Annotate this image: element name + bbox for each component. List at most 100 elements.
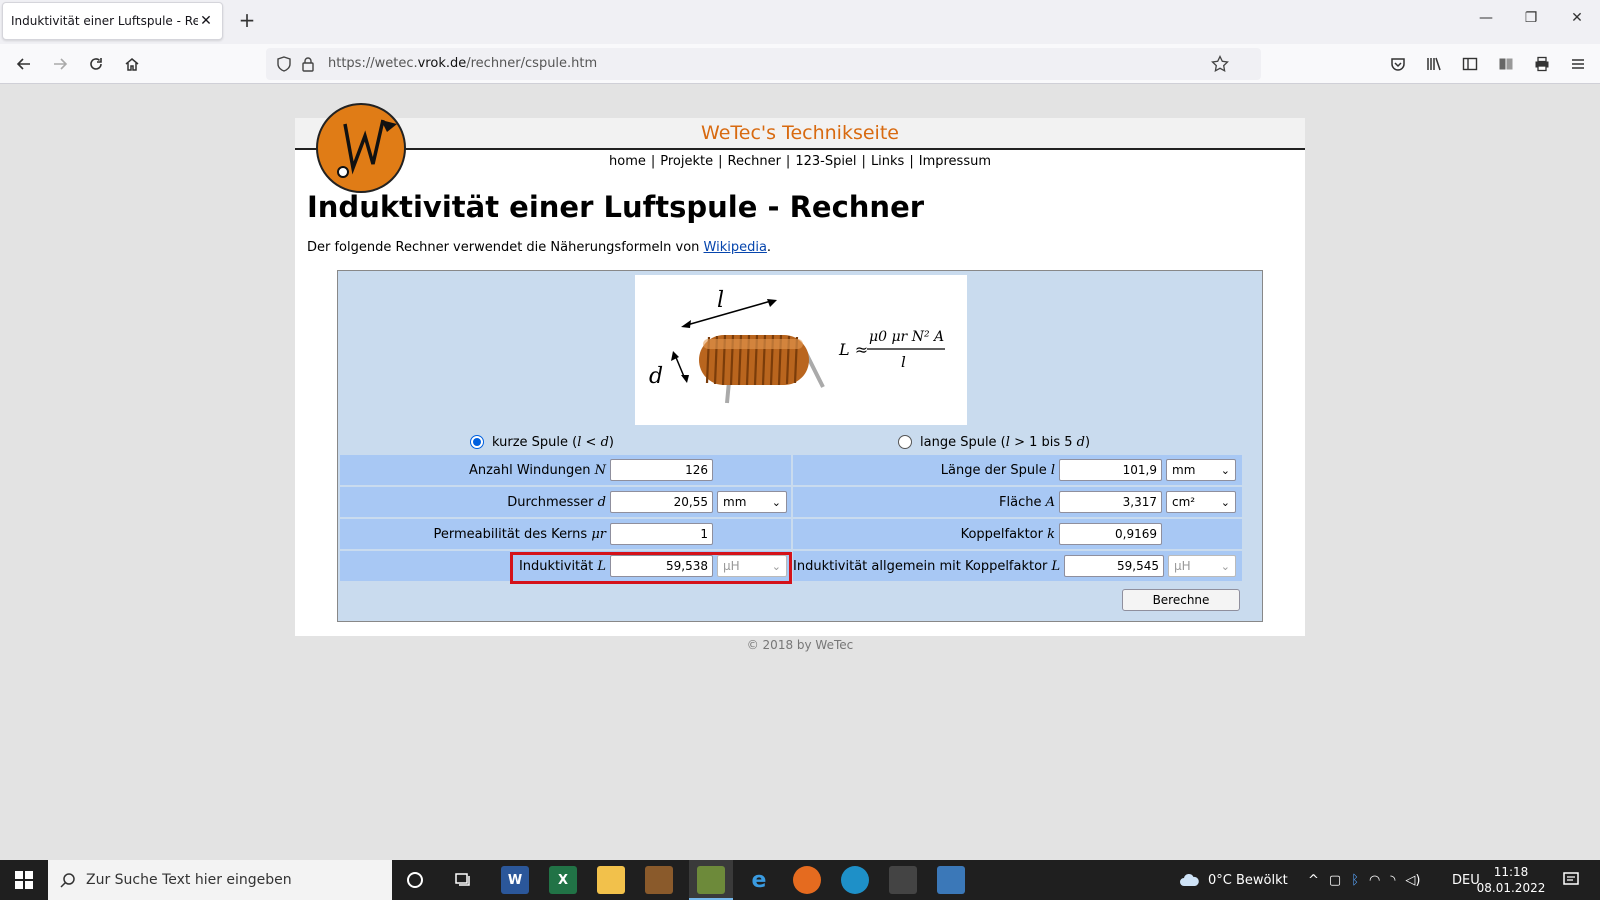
site-header: WeTec's Technikseite bbox=[295, 118, 1305, 150]
nav-impressum[interactable]: Impressum bbox=[919, 154, 991, 169]
edge-icon[interactable] bbox=[841, 866, 869, 894]
wetec-logo[interactable] bbox=[315, 102, 407, 194]
home-icon bbox=[125, 58, 139, 71]
chevron-down-icon: ⌄ bbox=[771, 495, 781, 509]
chevron-down-icon: ⌄ bbox=[1220, 559, 1230, 573]
length-label: Länge der Spule l bbox=[940, 462, 1055, 478]
url-text[interactable]: https://wetec.vrok.de/rechner/cspule.htm bbox=[328, 56, 597, 71]
page-title: Induktivität einer Luftspule - Rechner bbox=[307, 190, 925, 224]
radio-short-coil[interactable]: kurze Spule (l < d) bbox=[470, 431, 614, 453]
windows-taskbar: Zur Suche Text hier eingeben W X e 0°C B… bbox=[0, 860, 1600, 900]
window-app-icon[interactable] bbox=[937, 866, 965, 894]
active-app-icon[interactable] bbox=[697, 866, 725, 894]
cortana-icon[interactable] bbox=[401, 866, 429, 894]
notification-icon[interactable] bbox=[1562, 860, 1580, 900]
back-button[interactable] bbox=[12, 52, 36, 76]
windings-input[interactable]: 126 bbox=[610, 459, 713, 481]
inductance-coupling-unit-select[interactable]: µH ⌄ bbox=[1168, 555, 1236, 577]
coupling-input[interactable]: 0,9169 bbox=[1059, 523, 1162, 545]
start-button[interactable] bbox=[8, 860, 40, 900]
windows-icon bbox=[15, 871, 33, 889]
tray-icons[interactable]: ^ ▢ ᛒ ◠ ◝ ◁) bbox=[1308, 860, 1420, 900]
file-explorer-icon[interactable] bbox=[597, 866, 625, 894]
inductance-coupling-output[interactable]: 59,545 bbox=[1064, 555, 1164, 577]
diameter-label: Durchmesser d bbox=[507, 494, 606, 510]
diameter-unit-select[interactable]: mm ⌄ bbox=[717, 491, 787, 513]
berechne-button[interactable]: Berechne bbox=[1122, 589, 1240, 611]
copyright: © 2018 by WeTec bbox=[746, 638, 854, 652]
task-view-icon[interactable] bbox=[449, 866, 477, 894]
new-tab-button[interactable]: + bbox=[236, 10, 258, 32]
windings-row: Anzahl Windungen N 126 bbox=[340, 455, 791, 485]
lock-icon[interactable] bbox=[298, 54, 318, 74]
internet-explorer-icon[interactable]: e bbox=[745, 866, 773, 894]
formula-denominator: l bbox=[901, 353, 906, 371]
clock-time: 11:18 bbox=[1493, 865, 1529, 879]
firefox-icon[interactable] bbox=[793, 866, 821, 894]
length-unit-select[interactable]: mm ⌄ bbox=[1166, 459, 1236, 481]
weather-text: 0°C Bewölkt bbox=[1208, 872, 1288, 888]
inductance-coupling-row: Induktivität allgemein mit Koppelfaktor … bbox=[793, 551, 1242, 581]
sidebar-icon[interactable] bbox=[1458, 52, 1482, 76]
shield-icon[interactable] bbox=[274, 54, 294, 74]
area-unit-select[interactable]: cm² ⌄ bbox=[1166, 491, 1236, 513]
formula-numerator: μ0 μr N² A bbox=[869, 329, 944, 345]
length-row: Länge der Spule l 101,9 mm ⌄ bbox=[793, 455, 1242, 485]
browser-tab[interactable]: Induktivität einer Luftspule - Rechner ✕ bbox=[2, 2, 223, 40]
diameter-input[interactable]: 20,55 bbox=[610, 491, 713, 513]
nav-rechner[interactable]: Rechner bbox=[728, 154, 781, 169]
inductance-coupling-label: Induktivität allgemein mit Koppelfaktor … bbox=[793, 558, 1061, 574]
radio-long-label: lange Spule (l > 1 bis 5 d) bbox=[920, 434, 1091, 450]
forward-button[interactable] bbox=[48, 52, 72, 76]
taskbar-search[interactable]: Zur Suche Text hier eingeben bbox=[48, 860, 392, 900]
home-button[interactable] bbox=[120, 52, 144, 76]
page-content: WeTec's Technikseite home | Projekte | Rechn… bbox=[295, 103, 1305, 636]
restore-button[interactable]: ❐ bbox=[1519, 10, 1543, 34]
url-bar[interactable]: https://wetec.vrok.de/rechner/cspule.htm bbox=[266, 48, 1261, 80]
formula-lhs: L ≈ bbox=[838, 340, 868, 359]
reload-icon bbox=[90, 58, 102, 70]
nav-123-spiel[interactable]: 123-Spiel bbox=[795, 154, 856, 169]
close-window-button[interactable]: ✕ bbox=[1565, 10, 1589, 34]
permeability-input[interactable]: 1 bbox=[610, 523, 713, 545]
coil-diagram: l d L ≈ μ0 μr N² A l bbox=[635, 275, 967, 425]
menu-icon[interactable] bbox=[1566, 52, 1590, 76]
radio-long-indicator[interactable] bbox=[898, 435, 912, 449]
intro-text: Der folgende Rechner verwendet die Näher… bbox=[307, 240, 772, 255]
permeability-row: Permeabilität des Kerns μr 1 bbox=[340, 519, 791, 549]
tool-icon[interactable] bbox=[889, 866, 917, 894]
clock[interactable]: 11:18 08.01.2022 bbox=[1476, 864, 1546, 896]
wikipedia-link[interactable]: Wikipedia bbox=[704, 240, 767, 255]
weather-widget[interactable]: 0°C Bewölkt bbox=[1178, 860, 1288, 900]
nav-links[interactable]: Links bbox=[871, 154, 904, 169]
radio-short-indicator[interactable] bbox=[470, 435, 484, 449]
calculator-panel: l d L ≈ μ0 μr N² A l kurze Spule (l < d)… bbox=[337, 270, 1263, 622]
coupling-label: Koppelfaktor k bbox=[960, 526, 1055, 542]
forward-arrow-icon bbox=[54, 58, 68, 70]
chevron-up-icon: ^ bbox=[1308, 872, 1319, 888]
nav-projekte[interactable]: Projekte bbox=[660, 154, 713, 169]
length-input[interactable]: 101,9 bbox=[1059, 459, 1162, 481]
wifi-icon: ◝ bbox=[1390, 872, 1396, 888]
volume-icon: ◁) bbox=[1405, 872, 1421, 888]
radio-long-coil[interactable]: lange Spule (l > 1 bis 5 d) bbox=[898, 431, 1090, 453]
word-icon[interactable]: W bbox=[501, 866, 529, 894]
diagram-label-l: l bbox=[717, 288, 724, 313]
clock-date: 08.01.2022 bbox=[1476, 881, 1546, 895]
area-label: Fläche A bbox=[999, 494, 1055, 510]
reload-button[interactable] bbox=[84, 52, 108, 76]
library-icon[interactable] bbox=[1422, 52, 1446, 76]
chevron-down-icon: ⌄ bbox=[1220, 495, 1230, 509]
reader-view-icon[interactable] bbox=[1494, 52, 1518, 76]
tab-close-icon[interactable]: ✕ bbox=[198, 13, 214, 29]
pocket-icon[interactable] bbox=[1386, 52, 1410, 76]
minimize-button[interactable]: — bbox=[1474, 10, 1498, 34]
excel-icon[interactable]: X bbox=[549, 866, 577, 894]
bookmark-star-icon[interactable] bbox=[1210, 54, 1230, 74]
area-input[interactable]: 3,317 bbox=[1059, 491, 1162, 513]
network-icon: ◠ bbox=[1369, 872, 1381, 888]
nav-home[interactable]: home bbox=[609, 154, 646, 169]
site-navigation: home | Projekte | Rechner | 123-Spiel | Links | Im… bbox=[609, 154, 991, 169]
app-icon[interactable] bbox=[645, 866, 673, 894]
print-icon[interactable] bbox=[1530, 52, 1554, 76]
